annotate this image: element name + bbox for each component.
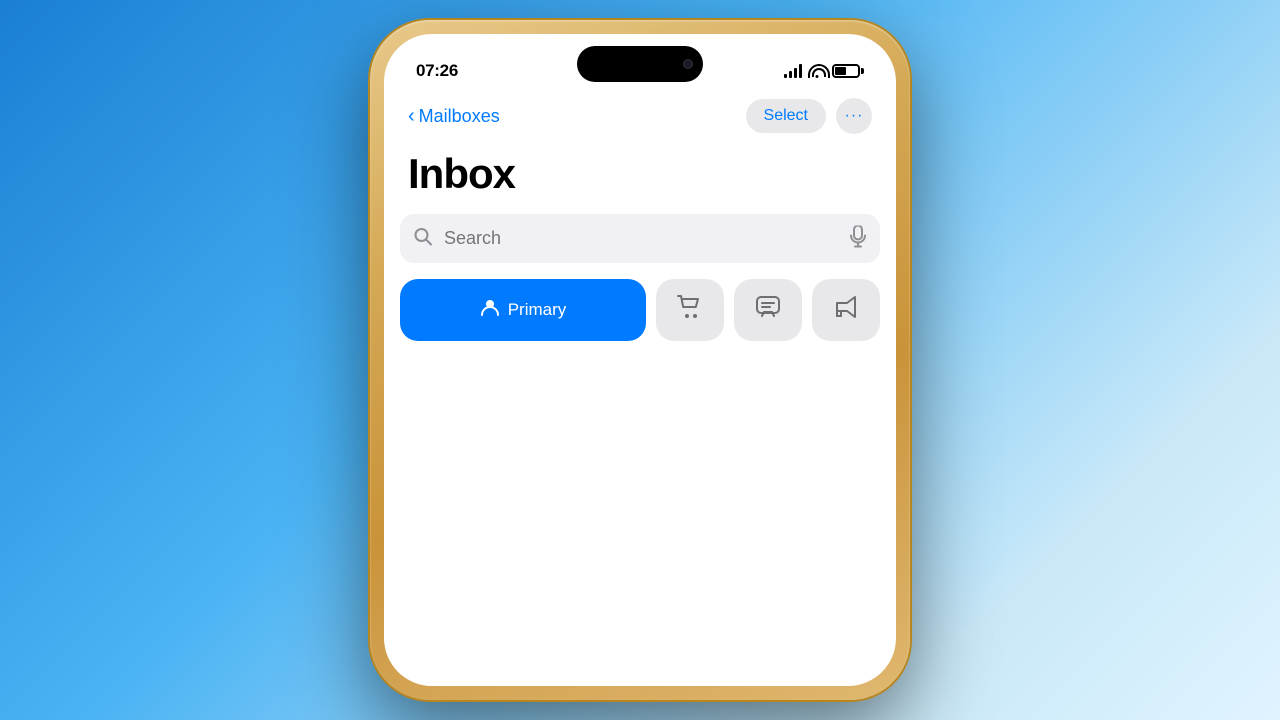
chevron-left-icon: ‹ (408, 106, 415, 126)
transactions-tab[interactable] (656, 279, 724, 341)
wifi-icon (808, 64, 826, 78)
battery-icon (832, 64, 864, 78)
promotions-tab[interactable] (812, 279, 880, 341)
more-button[interactable]: ··· (836, 98, 872, 134)
filter-tabs: Primary (384, 279, 896, 341)
camera-dot (683, 59, 693, 69)
ellipsis-icon: ··· (845, 107, 864, 125)
dynamic-island (577, 46, 703, 82)
updates-tab[interactable] (734, 279, 802, 341)
phone-frame: 07:26 (370, 20, 910, 700)
back-label: Mailboxes (419, 106, 500, 127)
nav-bar: ‹ Mailboxes Select ··· (384, 90, 896, 142)
status-icons (784, 64, 864, 78)
status-bar: 07:26 (384, 34, 896, 90)
cart-icon (677, 295, 703, 325)
phone-screen: 07:26 (384, 34, 896, 686)
select-button[interactable]: Select (746, 99, 826, 133)
page-title: Inbox (384, 142, 896, 214)
back-button[interactable]: ‹ Mailboxes (408, 106, 500, 127)
search-container (400, 214, 880, 263)
search-input[interactable] (400, 214, 880, 263)
megaphone-icon (833, 295, 859, 325)
nav-actions: Select ··· (746, 98, 872, 134)
search-icon (414, 227, 432, 250)
person-icon (480, 297, 500, 323)
message-icon (756, 296, 780, 324)
status-time: 07:26 (416, 61, 458, 81)
signal-bars-icon (784, 64, 802, 78)
primary-tab[interactable]: Primary (400, 279, 646, 341)
primary-tab-label: Primary (508, 300, 567, 320)
microphone-icon[interactable] (850, 225, 866, 252)
